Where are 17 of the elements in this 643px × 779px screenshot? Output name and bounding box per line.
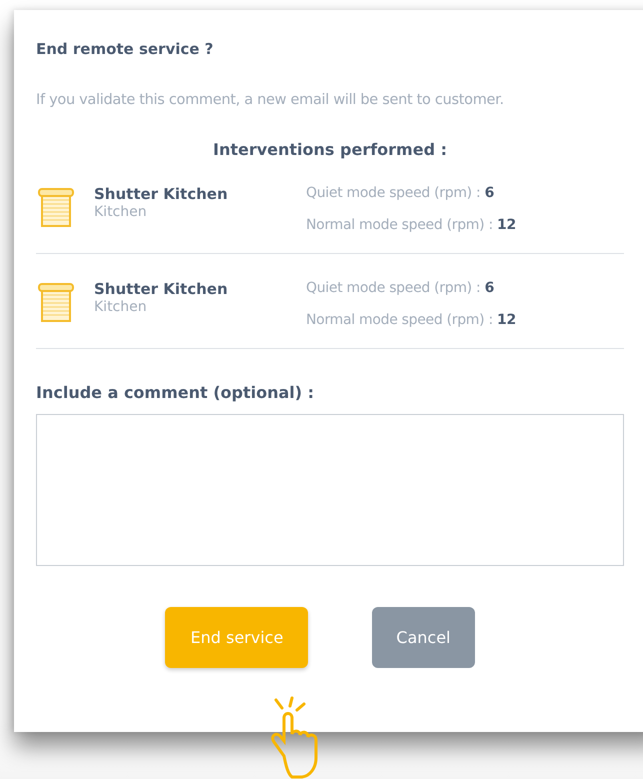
comment-field[interactable] xyxy=(36,414,624,566)
speed-setting: Quiet mode speed (rpm) : 6 xyxy=(306,185,496,201)
speed-setting: Normal mode speed (rpm) : 12 xyxy=(306,312,516,328)
speed-setting: Normal mode speed (rpm) : 12 xyxy=(306,217,516,233)
dialog-message: If you validate this comment, a new email will be sent to customer. xyxy=(36,92,505,108)
shutter-icon xyxy=(38,188,74,228)
device-name: Shutter Kitchen xyxy=(94,280,229,298)
comment-label: Include a comment (optional) : xyxy=(36,383,316,402)
dialog-title: End remote service ? xyxy=(36,40,214,58)
cancel-button[interactable]: Cancel xyxy=(372,607,474,668)
device-name: Shutter Kitchen xyxy=(94,185,229,203)
device-room: Kitchen xyxy=(94,299,148,315)
speed-setting: Quiet mode speed (rpm) : 6 xyxy=(306,280,496,296)
shutter-icon xyxy=(38,283,74,323)
section-title: Interventions performed : xyxy=(213,140,447,159)
device-room: Kitchen xyxy=(94,204,148,220)
end-service-button[interactable]: End service xyxy=(165,607,308,668)
